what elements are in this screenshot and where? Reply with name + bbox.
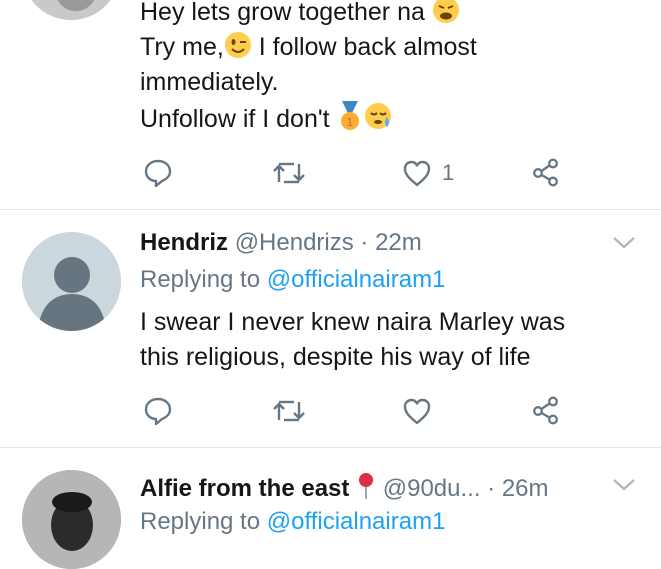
tweet-text: immediately. [140,68,279,96]
sleepy-face-icon [363,101,393,142]
divider [0,447,661,448]
winking-face-icon [224,31,252,70]
heart-icon [403,160,431,187]
tweet-text: Try me, [140,33,224,61]
tweet-text: Hey lets grow together na [140,0,425,26]
retweet-icon [273,162,305,184]
tweet-text: I follow back almost [251,33,477,61]
like-count: 1 [442,160,455,185]
replying-to-label: Replying to [140,266,261,293]
display-name[interactable]: Hendriz [140,229,228,256]
avatar[interactable] [22,470,121,569]
first-place-medal-icon: 1 [337,101,363,142]
tweet-text-line-3: immediately. [140,65,278,101]
timestamp[interactable]: · 26m [487,475,548,502]
reply-icon [144,159,172,188]
tweet-header: Alfie from the east @90du... · 26m [140,472,549,507]
replying-to: Replying to @officialnairam1 [140,266,445,294]
tweet-text-line-4: Unfollow if I don't 1 [140,101,393,142]
handle[interactable]: @Hendrizs [235,229,354,256]
tweet-body-line-2: this religious, despite his way of life [140,343,531,371]
replying-to: Replying to @officialnairam1 [140,508,445,536]
share-icon [533,396,558,425]
heart-icon [403,398,431,425]
more-options-button[interactable] [611,233,637,258]
profile-photo [22,470,121,569]
share-button[interactable] [531,395,561,425]
svg-text:1: 1 [346,116,353,129]
avatar[interactable] [22,232,121,331]
avatar[interactable] [22,0,120,20]
reply-button[interactable] [143,158,173,188]
retweet-button[interactable] [272,396,306,426]
display-name[interactable]: Alfie from the east [140,475,349,502]
tweet-text-line-2: Try me, I follow back almost [140,30,477,70]
chevron-down-icon [613,479,635,491]
retweet-button[interactable] [272,158,306,188]
timestamp[interactable]: · 22m [360,229,421,256]
more-options-button[interactable] [611,475,637,500]
replying-to-handle[interactable]: @officialnairam1 [267,266,446,293]
retweet-icon [273,400,305,422]
reply-icon [144,397,172,426]
like-button[interactable] [402,396,432,426]
tweet-header: Hendriz @Hendrizs · 22m [140,229,422,257]
tweet-text: Unfollow if I don't [140,105,330,133]
round-pushpin-icon [356,472,376,507]
like-button[interactable]: 1 [402,158,454,188]
reply-button[interactable] [143,396,173,426]
divider [0,209,661,210]
handle[interactable]: @90du... [383,475,481,502]
default-avatar-icon [22,232,121,331]
tweet-body-line-1: I swear I never knew naira Marley was [140,308,566,336]
share-icon [533,158,558,187]
chevron-down-icon [613,237,635,249]
share-button[interactable] [531,157,561,187]
